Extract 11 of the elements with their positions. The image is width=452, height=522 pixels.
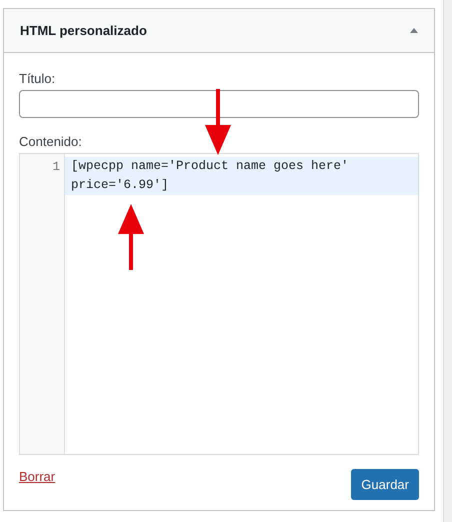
title-input-field[interactable]: [19, 90, 419, 118]
collapse-caret-icon[interactable]: [410, 28, 418, 33]
up-arrow-icon: [116, 204, 146, 270]
save-button[interactable]: Guardar: [351, 469, 419, 500]
line-number: 1: [51, 159, 61, 176]
code-editor[interactable]: 1 [wpecpp name='Product name goes here' price='6.99']: [19, 153, 419, 455]
field-label: Título:: [19, 71, 56, 86]
field-label: Contenido:: [19, 134, 83, 149]
delete-link[interactable]: Borrar: [19, 469, 56, 484]
down-arrow-icon: [203, 89, 233, 155]
widget-title: HTML personalizado: [20, 23, 147, 38]
